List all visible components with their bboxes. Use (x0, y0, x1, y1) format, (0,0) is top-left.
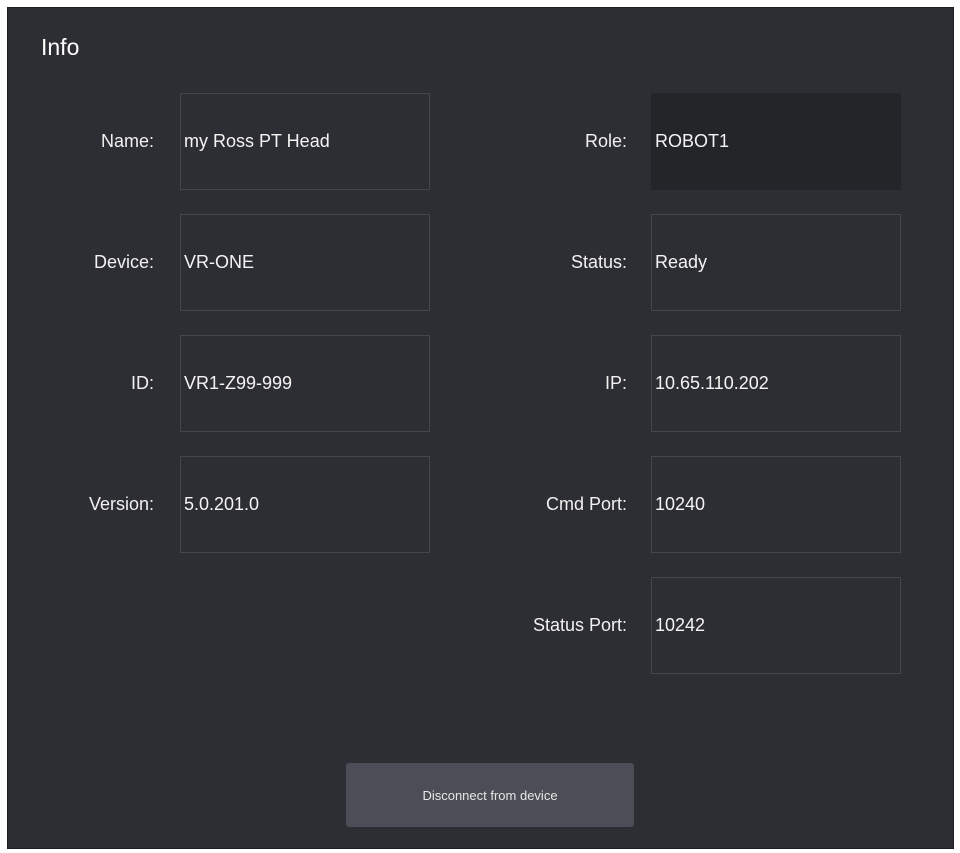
info-panel: Info Name: my Ross PT Head Device: VR-ON… (7, 7, 954, 849)
id-field[interactable]: VR1-Z99-999 (180, 335, 430, 432)
status-label: Status: (570, 252, 627, 272)
device-label: Device: (93, 252, 154, 272)
status-port-field[interactable]: 10242 (651, 577, 901, 674)
status-port-label: Status Port: (532, 615, 627, 635)
device-field[interactable]: VR-ONE (180, 214, 430, 311)
ip-label: IP: (604, 373, 627, 393)
status-field[interactable]: Ready (651, 214, 901, 311)
name-label: Name: (100, 131, 154, 151)
version-field[interactable]: 5.0.201.0 (180, 456, 430, 553)
disconnect-button[interactable]: Disconnect from device (346, 763, 634, 827)
role-label: Role: (584, 131, 627, 151)
id-label: ID: (130, 373, 154, 393)
ip-field[interactable]: 10.65.110.202 (651, 335, 901, 432)
role-field: ROBOT1 (651, 93, 901, 190)
cmd-port-field[interactable]: 10240 (651, 456, 901, 553)
cmd-port-label: Cmd Port: (545, 494, 627, 514)
panel-title: Info (41, 34, 80, 60)
version-label: Version: (88, 494, 154, 514)
name-field[interactable]: my Ross PT Head (180, 93, 430, 190)
